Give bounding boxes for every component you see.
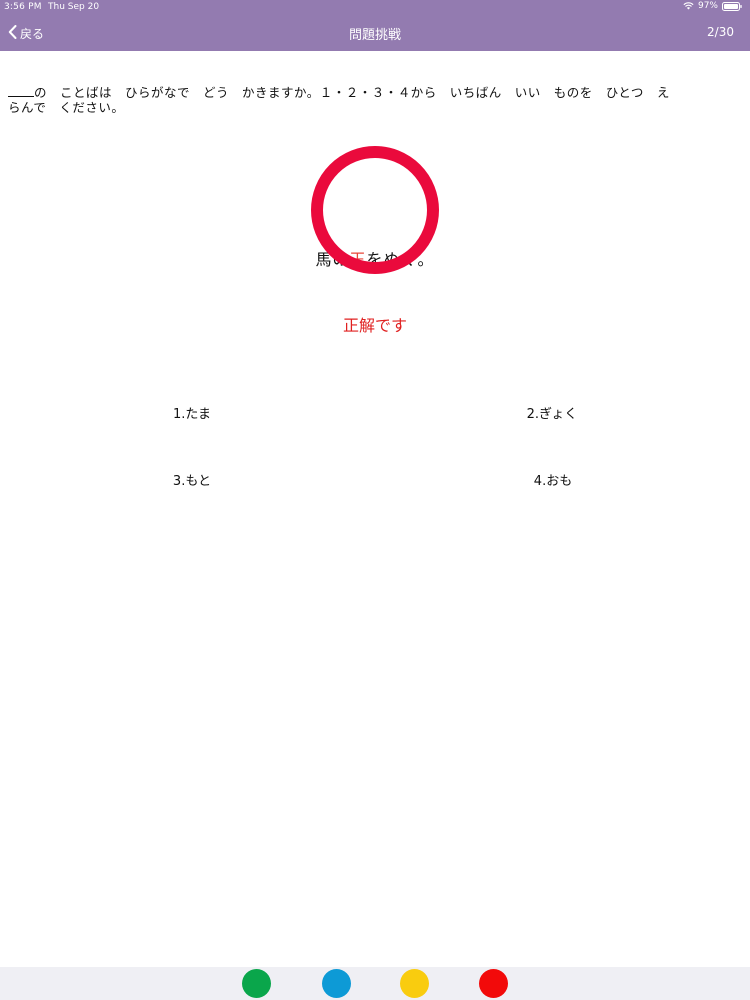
blank-underline <box>8 84 34 97</box>
wifi-icon <box>683 2 694 10</box>
question-counter: 2/30 <box>707 25 734 39</box>
result-message: 正解です <box>342 316 407 335</box>
blue-dot-button[interactable] <box>322 969 351 998</box>
status-date: Thu Sep 20 <box>48 2 100 12</box>
status-indicators: 97% <box>683 1 742 11</box>
option-4[interactable]: 4.おも <box>478 470 628 489</box>
question-prompt: の ことばは ひらがなで どう かきますか。１・２・３・４から いちばん いい … <box>8 84 738 115</box>
battery-icon <box>722 1 742 11</box>
page-title: 問題挑戦 <box>348 28 401 43</box>
header-bar: 3:56 PM Thu Sep 20 97% 戻る 問題挑戦 2/30 <box>0 0 750 51</box>
correct-circle-icon <box>311 146 439 274</box>
question-line-1-text: の ことばは ひらがなで どう かきますか。１・２・３・４から いちばん いい … <box>34 85 670 100</box>
green-dot-button[interactable] <box>242 969 271 998</box>
red-dot-button[interactable] <box>479 969 508 998</box>
status-time: 3:56 PM <box>4 2 42 12</box>
yellow-dot-button[interactable] <box>400 969 429 998</box>
question-line-2: らんで ください。 <box>8 100 125 115</box>
bottom-toolbar <box>0 967 750 1000</box>
question-line-1: の ことばは ひらがなで どう かきますか。１・２・３・４から いちばん いい … <box>8 84 738 100</box>
option-3[interactable]: 3.もと <box>117 470 267 489</box>
battery-percent: 97% <box>697 1 718 11</box>
app-screen: 3:56 PM Thu Sep 20 97% 戻る 問題挑戦 2/30 の こと… <box>0 0 750 1000</box>
option-1[interactable]: 1.たま <box>117 403 267 422</box>
option-2[interactable]: 2.ぎょく <box>477 403 627 422</box>
